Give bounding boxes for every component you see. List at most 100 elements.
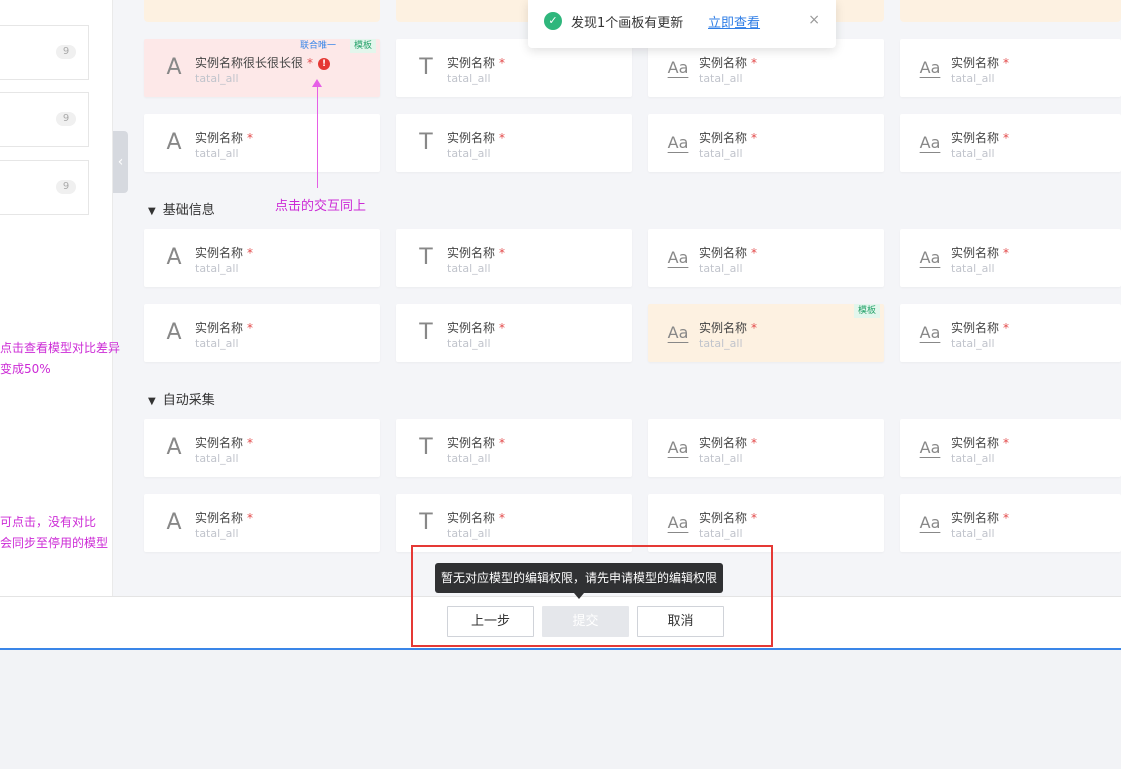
highlight-box [411,545,773,647]
font-type-icon: Aa [919,58,941,77]
field-key: tatal_all [195,452,239,465]
field-card[interactable]: T 实例名称 * tatal_all [396,229,632,287]
field-card[interactable]: T 实例名称 * tatal_all [396,419,632,477]
text-type-icon: T [419,435,433,460]
field-name: 实例名称 * [195,129,253,146]
required-mark: * [499,246,506,260]
field-name: 实例名称 * [699,244,757,261]
field-key: tatal_all [447,147,491,160]
field-key: tatal_all [699,527,743,540]
field-key: tatal_all [447,452,491,465]
field-name-text: 实例名称 [951,321,1000,335]
caret-down-icon: ▼ [148,396,156,407]
field-card[interactable]: Aa 实例名称 * tatal_all [900,494,1121,552]
field-key: tatal_all [195,337,239,350]
model-list-item[interactable]: 9 [0,160,89,215]
required-mark: * [499,131,506,145]
field-card[interactable]: Aa 实例名称 * tatal_all [900,419,1121,477]
field-name: 实例名称很长很长很 *! [195,54,331,71]
field-name-text: 实例名称 [699,56,748,70]
section-title-text: 基础信息 [162,203,215,218]
field-name-text: 实例名称 [699,436,748,450]
field-name-text: 实例名称 [951,246,1000,260]
field-card-error[interactable]: 联合唯一 模板 A 实例名称很长很长很 *! tatal_all [144,39,380,97]
close-icon[interactable]: × [808,12,820,28]
text-type-icon: A [166,510,182,535]
section-header-auto[interactable]: ▼ 自动采集 [148,389,215,408]
card-partial [144,0,380,22]
text-type-icon: T [419,245,433,270]
field-key: tatal_all [699,262,743,275]
field-card[interactable]: A 实例名称 * tatal_all [144,304,380,362]
field-name-text: 实例名称 [447,511,496,525]
field-card[interactable]: Aa 实例名称 * tatal_all [648,419,884,477]
field-card[interactable]: A 实例名称 * tatal_all [144,229,380,287]
field-key: tatal_all [951,262,995,275]
font-type-icon: Aa [667,133,689,152]
field-key: tatal_all [195,527,239,540]
field-card[interactable]: T 实例名称 * tatal_all [396,494,632,552]
text-type-icon: T [419,510,433,535]
field-card[interactable]: Aa 实例名称 * tatal_all [900,114,1121,172]
field-key: tatal_all [447,527,491,540]
field-card[interactable]: T 实例名称 * tatal_all [396,114,632,172]
field-card[interactable]: A 实例名称 * tatal_all [144,494,380,552]
field-name-text: 实例名称 [699,511,748,525]
section-header-basic[interactable]: ▼ 基础信息 [148,199,215,218]
field-card[interactable]: Aa 实例名称 * tatal_all [648,494,884,552]
field-name: 实例名称 * [699,434,757,451]
field-name: 实例名称 * [447,509,505,526]
required-mark: * [247,321,254,335]
model-list-item[interactable]: 9 [0,92,89,147]
field-name: 实例名称 * [447,319,505,336]
field-card[interactable]: Aa 实例名称 * tatal_all [648,229,884,287]
field-name: 实例名称 * [951,319,1009,336]
view-now-link[interactable]: 立即查看 [708,12,760,31]
field-name-text: 实例名称 [951,511,1000,525]
required-mark: * [307,56,314,70]
template-tag: 模板 [853,304,880,318]
field-key: tatal_all [447,337,491,350]
field-card[interactable]: Aa 实例名称 * tatal_all [900,304,1121,362]
required-mark: * [247,511,254,525]
field-name-text: 实例名称 [447,56,496,70]
field-key: tatal_all [699,72,743,85]
field-card[interactable]: Aa 实例名称 * tatal_all [648,114,884,172]
field-name-text: 实例名称 [699,321,748,335]
section-title-text: 自动采集 [162,393,215,408]
model-list-item[interactable]: 9 [0,25,89,80]
field-card[interactable]: A 实例名称 * tatal_all [144,419,380,477]
field-name: 实例名称 * [951,509,1009,526]
field-name-text: 实例名称 [951,131,1000,145]
field-name: 实例名称 * [951,434,1009,451]
field-card[interactable]: A 实例名称 * tatal_all [144,114,380,172]
required-mark: * [247,131,254,145]
font-type-icon: Aa [667,513,689,532]
field-card[interactable]: Aa 实例名称 * tatal_all [900,229,1121,287]
field-key: tatal_all [951,72,995,85]
field-card[interactable]: Aa 实例名称 * tatal_all [900,39,1121,97]
field-name-text: 实例名称 [195,436,244,450]
required-mark: * [751,56,758,70]
field-card-template[interactable]: 模板 Aa 实例名称 * tatal_all [648,304,884,362]
text-type-icon: T [419,320,433,345]
text-type-icon: A [166,130,182,155]
annotation-note: 变成50% [0,362,51,376]
required-mark: * [1003,436,1010,450]
field-name: 实例名称 * [951,54,1009,71]
required-mark: * [1003,56,1010,70]
count-badge: 9 [56,45,76,59]
annotation-note: 可点击，没有对比 [0,515,97,529]
required-mark: * [1003,321,1010,335]
field-card[interactable]: T 实例名称 * tatal_all [396,304,632,362]
field-name-text: 实例名称很长很长很 [195,56,304,70]
error-icon: ! [318,58,331,70]
field-name: 实例名称 * [699,319,757,336]
field-key: tatal_all [951,337,995,350]
field-name-text: 实例名称 [195,246,244,260]
required-mark: * [1003,511,1010,525]
field-name: 实例名称 * [699,509,757,526]
collapse-panel-button[interactable]: ‹ [113,131,128,193]
field-name: 实例名称 * [195,509,253,526]
field-name: 实例名称 * [951,129,1009,146]
